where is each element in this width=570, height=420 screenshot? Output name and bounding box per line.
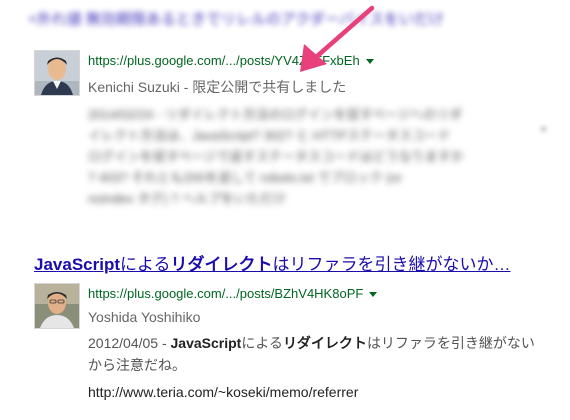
snippet-line: noindex タグ) ? ヘルプをいただけ — [88, 191, 286, 206]
title-ellipsis[interactable]: … — [494, 255, 511, 274]
result-1-title[interactable]: +外れ値 無効期限あるときでリレルのアクダーバイスをいだけ — [28, 8, 548, 29]
result-2-snippet: 2012/04/05 - JavaScriptによるリダイレクトはリファラを引き… — [88, 332, 548, 376]
title-part[interactable]: はリファラを引き継がないか — [273, 255, 494, 274]
title-part[interactable]: JavaScript — [34, 255, 120, 274]
avatar-yoshida-yoshihiko[interactable] — [34, 283, 80, 329]
result-1-snippet: 2014/02/24 - リダイレクト方法のログインを促すページへのリダ イレク… — [88, 104, 548, 209]
snippet-part: による — [241, 335, 283, 351]
snippet-line: イレクト方法は、JavaScript? 302? と HTTPステータスコード — [88, 128, 451, 143]
caret-down-icon[interactable] — [365, 59, 374, 65]
snippet-line: ログインを促すページで返すステータスコードはどうなりますか — [88, 149, 464, 164]
snippet-part: JavaScript — [170, 335, 242, 351]
title-part[interactable]: による — [120, 255, 171, 274]
result-2-link[interactable]: http://www.teria.com/~koseki/memo/referr… — [88, 384, 358, 400]
avatar-kenichi-suzuki[interactable] — [34, 50, 80, 96]
snippet-part: 2012/04/05 - — [88, 335, 171, 351]
result-2-title[interactable]: JavaScriptによるリダイレクトはリファラを引き継がないか… — [34, 250, 554, 275]
snippet-part: リダイレクト — [282, 335, 367, 351]
snippet-line: 2014/02/24 - リダイレクト方法のログインを促すページへのリダ — [88, 107, 463, 122]
result-2-author: Yoshida Yoshihiko — [88, 309, 201, 325]
more-icon: × — [540, 122, 548, 136]
caret-down-icon[interactable] — [369, 292, 378, 298]
result-1-url[interactable]: https://plus.google.com/.../posts/YV4Z2F… — [88, 53, 374, 68]
snippet-line: ? 403? それとも200を返して robots.txt でブロック (or — [88, 170, 402, 185]
result-2-url-text[interactable]: https://plus.google.com/.../posts/BZhV4H… — [88, 286, 363, 301]
result-1-author: Kenichi Suzuki - 限定公開で共有しました — [88, 79, 347, 95]
result-1-url-text[interactable]: https://plus.google.com/.../posts/YV4Z2F… — [88, 53, 360, 68]
title-part[interactable]: リダイレクト — [171, 255, 273, 274]
result-2-url[interactable]: https://plus.google.com/.../posts/BZhV4H… — [88, 286, 378, 301]
